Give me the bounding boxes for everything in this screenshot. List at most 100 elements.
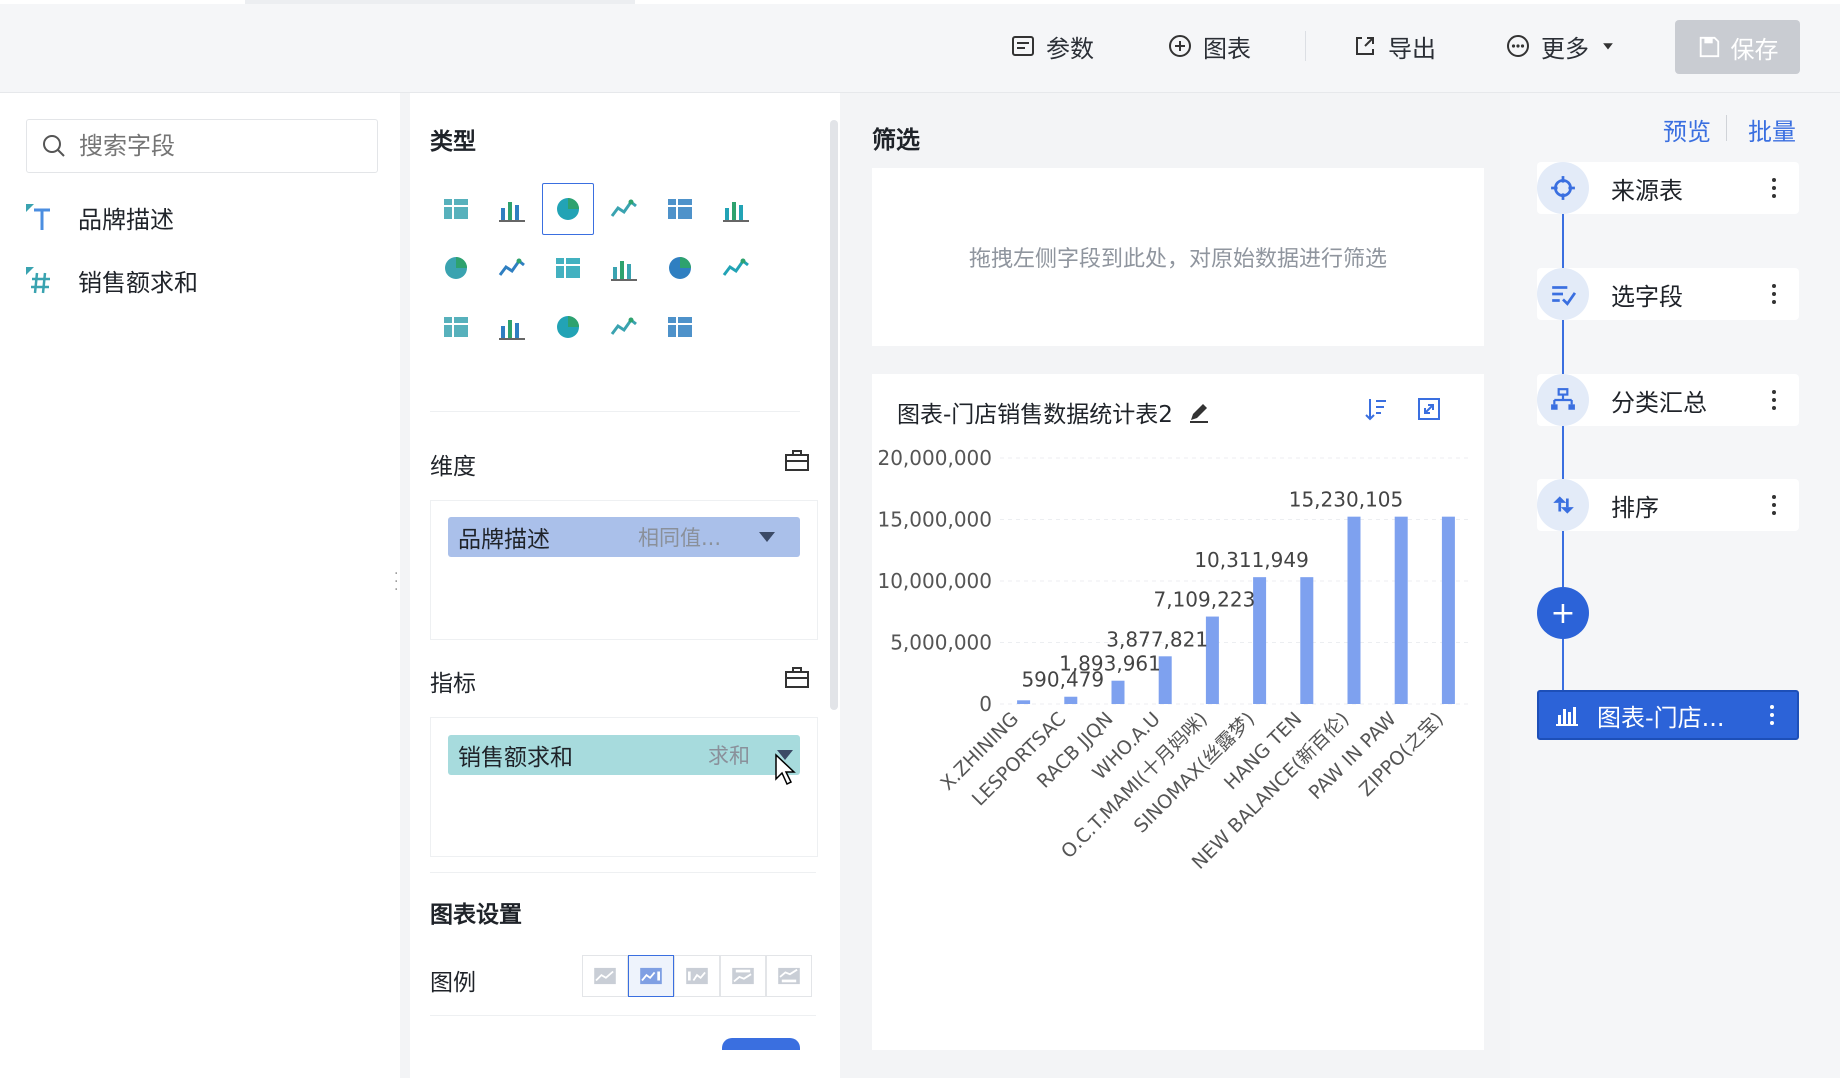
legend-none-option[interactable] [582, 955, 628, 997]
legend-bottom-option[interactable] [766, 955, 812, 997]
link-divider [1726, 115, 1727, 141]
legend-position-group [582, 955, 812, 997]
flow-node-source[interactable]: 来源表 [1537, 162, 1799, 214]
chart-title: 图表-门店销售数据统计表2 [897, 402, 1173, 428]
detail-table-icon[interactable] [486, 183, 538, 235]
gauge-icon[interactable] [542, 242, 594, 294]
measure-label: 指标 [430, 671, 476, 697]
kebab-menu-icon[interactable] [1763, 284, 1785, 304]
bar-chart-icon-glyph [557, 198, 579, 220]
toolbar-divider [1305, 31, 1306, 61]
data-label: 3,877,821 [1106, 627, 1208, 651]
flow-connector [1562, 214, 1564, 268]
radar-icon-glyph [444, 317, 468, 337]
combo-chart-icon-glyph [611, 261, 637, 281]
legend-left-icon [686, 967, 708, 985]
legend-top-option[interactable] [720, 955, 766, 997]
text-icon[interactable] [598, 301, 650, 353]
pie-chart-icon[interactable] [710, 183, 762, 235]
divider [430, 1015, 816, 1016]
dimension-chip[interactable]: 品牌描述 相同值... [448, 517, 800, 557]
add-chart-button[interactable]: 图表 [1167, 26, 1251, 66]
field-item-sales[interactable]: 销售额求和 [24, 263, 198, 298]
export-icon [1356, 37, 1374, 55]
chart-label: 图表 [1203, 34, 1251, 63]
toggle-switch[interactable] [722, 1038, 800, 1050]
more-label: 更多 [1541, 34, 1589, 63]
number-card-icon-glyph [557, 316, 579, 338]
filter-drop-zone[interactable]: 拖拽左侧字段到此处，对原始数据进行筛选 [872, 168, 1484, 346]
toolbox-icon[interactable] [784, 665, 810, 689]
legend-right-option[interactable] [628, 955, 674, 997]
heatmap-icon[interactable] [654, 301, 706, 353]
flow-node-chart[interactable]: 图表-门店... [1537, 690, 1799, 740]
field-item-brand[interactable]: 品牌描述 [24, 200, 174, 235]
grid-icon[interactable] [710, 242, 762, 294]
chart-title-row: 图表-门店销售数据统计表2 [897, 395, 1211, 429]
y-tick-label: 0 [979, 692, 992, 716]
kebab-menu-icon[interactable] [1763, 495, 1785, 515]
field-search[interactable] [26, 119, 378, 173]
flow-node-icon-wrap [1537, 479, 1589, 531]
more-circle-icon [1507, 35, 1529, 57]
funnel-icon[interactable] [486, 301, 538, 353]
sort-icon[interactable] [1364, 396, 1388, 422]
horizontal-bar-icon[interactable] [598, 183, 650, 235]
crosshair-icon [1551, 176, 1575, 200]
add-step-button[interactable]: + [1537, 587, 1589, 639]
grid-icon-glyph [722, 258, 749, 276]
map-icon-glyph [498, 258, 525, 276]
flow-node-icon-wrap [1537, 162, 1589, 214]
heatmap-icon-glyph [668, 317, 692, 337]
area-chart-icon[interactable] [430, 242, 482, 294]
y-tick-label: 15,000,000 [877, 508, 992, 532]
save-button[interactable]: 保存 [1675, 20, 1800, 74]
radar-icon[interactable] [430, 301, 482, 353]
export-button[interactable]: 导出 [1352, 26, 1436, 66]
caret-down-icon [1603, 43, 1613, 50]
measure-chip[interactable]: 销售额求和 求和 [448, 735, 800, 775]
number-card-icon[interactable] [542, 301, 594, 353]
bar-chart-icon[interactable] [542, 183, 594, 235]
bar [1017, 700, 1031, 704]
kebab-menu-icon[interactable] [1763, 178, 1785, 198]
preview-link[interactable]: 预览 [1663, 112, 1711, 147]
line-chart-icon[interactable] [654, 183, 706, 235]
combo-chart-icon[interactable] [598, 242, 650, 294]
legend-left-option[interactable] [674, 955, 720, 997]
hierarchy-icon [1551, 388, 1575, 410]
params-label: 参数 [1046, 34, 1094, 63]
chip-sub: 求和 [708, 744, 750, 768]
flow-connector [1562, 320, 1564, 374]
flow-node-label: 来源表 [1611, 176, 1683, 205]
panel-resize-handle[interactable]: · · · [394, 567, 398, 597]
table-icon[interactable] [430, 183, 482, 235]
batch-link[interactable]: 批量 [1748, 112, 1796, 147]
divider [430, 872, 816, 873]
edit-icon[interactable] [1187, 400, 1211, 424]
line-chart-icon-glyph [668, 199, 692, 219]
data-label: 7,109,223 [1154, 588, 1256, 612]
save-icon [1699, 36, 1719, 58]
more-button[interactable]: 更多 [1505, 26, 1617, 66]
flow-node-select-fields[interactable]: 选字段 [1537, 268, 1799, 320]
params-button[interactable]: 参数 [1010, 26, 1094, 66]
filter-placeholder: 拖拽左侧字段到此处，对原始数据进行筛选 [968, 247, 1387, 272]
expand-icon[interactable] [1417, 397, 1441, 421]
map-icon[interactable] [486, 242, 538, 294]
flow-connector [1562, 531, 1564, 587]
flow-node-group-summary[interactable]: 分类汇总 [1537, 374, 1799, 426]
bar-chart: 0 5,000,000 10,000,000 15,000,000 20,000,000… [877, 446, 1472, 874]
caret-down-icon[interactable] [758, 530, 776, 544]
scatter-icon[interactable] [654, 242, 706, 294]
kebab-menu-icon[interactable] [1763, 390, 1785, 410]
kebab-menu-icon[interactable] [1761, 705, 1783, 725]
toolbox-icon[interactable] [784, 448, 810, 472]
legend-label: 图例 [430, 970, 476, 996]
search-input[interactable] [77, 131, 361, 161]
legend-right-icon [640, 967, 662, 985]
horizontal-bar-icon-glyph [610, 199, 637, 217]
flow-node-sort[interactable]: 排序 [1537, 479, 1799, 531]
flow-node-label: 分类汇总 [1611, 388, 1707, 417]
config-scrollbar[interactable] [830, 120, 838, 710]
